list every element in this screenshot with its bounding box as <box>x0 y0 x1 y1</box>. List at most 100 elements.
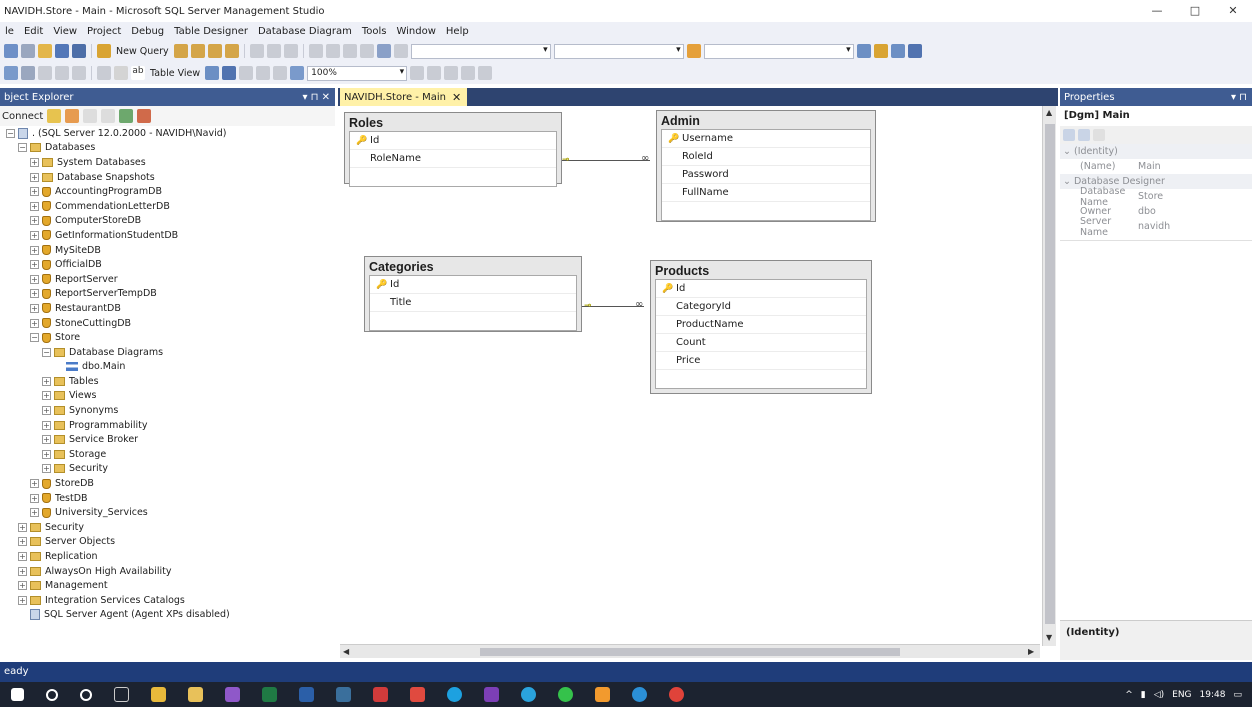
menu-tools[interactable]: Tools <box>357 26 392 37</box>
categorized-icon[interactable] <box>1063 129 1075 141</box>
admin-column-roleid[interactable]: RoleId <box>662 148 870 166</box>
tree-node[interactable]: dbo.Main <box>0 360 335 375</box>
search-icon[interactable] <box>46 688 58 701</box>
generate-script-icon[interactable] <box>97 66 111 80</box>
alphabetical-icon[interactable] <box>1078 129 1090 141</box>
admin-table[interactable]: Admin 🔑 Username RoleId Password FullName <box>656 110 876 222</box>
refresh-icon[interactable] <box>119 109 134 123</box>
volume-icon[interactable]: ◁) <box>1154 690 1164 700</box>
expand-icon[interactable]: + <box>18 595 27 605</box>
navigate-forward-icon[interactable] <box>359 44 374 58</box>
diagram-canvas[interactable]: Roles 🔑 Id RoleName Admin 🔑 Username RoleI… <box>340 106 1040 646</box>
collapse-icon[interactable]: − <box>18 143 27 153</box>
tree-node[interactable]: + StoneCuttingDB <box>0 316 335 331</box>
roles-empty-row[interactable] <box>350 168 556 186</box>
scroll-right-arrow-icon[interactable]: ▶ <box>1028 647 1034 656</box>
solution-config-icon[interactable] <box>376 44 391 58</box>
query-icon-1[interactable] <box>173 44 188 58</box>
expand-icon[interactable]: + <box>30 289 39 299</box>
connect-button[interactable]: Connect <box>2 111 43 122</box>
admin-empty-row[interactable] <box>662 202 870 220</box>
roles-table[interactable]: Roles 🔑 Id RoleName <box>344 112 562 187</box>
menu-debug[interactable]: Debug <box>126 26 169 37</box>
tree-node[interactable]: + Synonyms <box>0 403 335 418</box>
start-windows-icon[interactable] <box>11 688 24 701</box>
products-column-productname[interactable]: ProductName <box>656 316 866 334</box>
delete-table-icon[interactable] <box>55 66 69 80</box>
tree-node[interactable]: − Store <box>0 330 335 345</box>
visual-studio-icon[interactable] <box>225 687 240 702</box>
tray-chevron-icon[interactable]: ^ <box>1125 690 1133 700</box>
tree-node[interactable]: + Security <box>0 520 335 535</box>
property-category[interactable]: ⌄ (Identity) <box>1060 144 1252 159</box>
tree-node[interactable]: + ReportServer <box>0 272 335 287</box>
products-column-count[interactable]: Count <box>656 334 866 352</box>
admin-column-fullname[interactable]: FullName <box>662 184 870 202</box>
new-query-icon[interactable] <box>97 44 111 58</box>
new-query-button[interactable]: New Query <box>114 46 171 57</box>
products-column-price[interactable]: Price <box>656 352 866 370</box>
cortana-icon[interactable] <box>80 688 92 701</box>
properties-window-icon[interactable] <box>873 44 888 58</box>
save-all-icon[interactable] <box>72 44 86 58</box>
arrange-selection-icon[interactable] <box>205 66 220 80</box>
tree-node[interactable]: + Database Snapshots <box>0 170 335 185</box>
taskbar-clock[interactable]: 19:48 <box>1200 690 1226 700</box>
menu-table-designer[interactable]: Table Designer <box>169 26 253 37</box>
expand-icon[interactable]: + <box>30 479 39 489</box>
products-column-categoryid[interactable]: CategoryId <box>656 298 866 316</box>
tree-node[interactable]: + University_Services <box>0 505 335 520</box>
open-file-icon[interactable] <box>38 44 52 58</box>
menu-help[interactable]: Help <box>441 26 474 37</box>
categories-column-id[interactable]: 🔑 Id <box>370 276 576 294</box>
paste-icon[interactable] <box>283 44 298 58</box>
minimize-button[interactable]: — <box>1138 0 1176 22</box>
manage-spatial-indexes-icon[interactable] <box>478 66 493 80</box>
menu-window[interactable]: Window <box>391 26 440 37</box>
toolbox-icon[interactable] <box>890 44 905 58</box>
expand-icon[interactable]: + <box>42 435 51 445</box>
disconnect-icon[interactable] <box>65 109 80 123</box>
chrome-icon[interactable] <box>669 687 684 702</box>
word-icon[interactable] <box>299 687 314 702</box>
diagram-horizontal-scrollbar[interactable]: ◀ ▶ <box>340 644 1040 658</box>
tree-node[interactable]: + Replication <box>0 549 335 564</box>
expand-icon[interactable]: + <box>30 303 39 313</box>
find-icon[interactable] <box>686 44 701 58</box>
ssms-icon[interactable] <box>188 687 203 702</box>
query-icon-3[interactable] <box>207 44 222 58</box>
firefox-icon[interactable] <box>595 687 610 702</box>
navigate-backward-icon[interactable] <box>342 44 357 58</box>
tree-node[interactable]: + Server Objects <box>0 535 335 550</box>
find-dropdown[interactable] <box>703 43 854 59</box>
remove-table-icon[interactable] <box>72 66 86 80</box>
add-item-icon[interactable] <box>21 44 35 58</box>
expand-icon[interactable]: + <box>30 508 39 518</box>
tree-node[interactable]: + CommendationLetterDB <box>0 199 335 214</box>
whatsapp-icon[interactable] <box>558 687 573 702</box>
roles-column-id[interactable]: 🔑 Id <box>350 132 556 150</box>
vertical-scroll-thumb[interactable] <box>1045 124 1055 624</box>
expand-icon[interactable]: + <box>30 172 39 182</box>
categories-empty-row[interactable] <box>370 312 576 330</box>
object-explorer-pin-close[interactable]: ▾ ⊓ ✕ <box>302 92 330 103</box>
recalculate-page-breaks-icon[interactable] <box>273 66 288 80</box>
new-text-annotation-icon[interactable]: ab <box>131 66 145 80</box>
query-icon-2[interactable] <box>190 44 205 58</box>
tree-node[interactable]: + StoreDB <box>0 476 335 491</box>
telegram-icon[interactable] <box>521 687 536 702</box>
tree-node[interactable]: + Management <box>0 578 335 593</box>
categories-column-title[interactable]: Title <box>370 294 576 312</box>
expand-icon[interactable]: + <box>18 552 27 562</box>
menu-database-diagram[interactable]: Database Diagram <box>253 26 357 37</box>
notification-icon[interactable]: ▭ <box>1233 690 1242 700</box>
view-page-breaks-icon[interactable] <box>256 66 271 80</box>
tree-node[interactable]: + Security <box>0 462 335 477</box>
tree-node[interactable]: + ReportServerTempDB <box>0 287 335 302</box>
menu-edit[interactable]: Edit <box>19 26 48 37</box>
collapse-icon[interactable]: − <box>42 347 51 357</box>
sublime-icon[interactable] <box>410 687 425 702</box>
expand-icon[interactable]: + <box>18 537 27 547</box>
categories-table[interactable]: Categories 🔑 Id Title <box>364 256 582 332</box>
network-icon[interactable]: ▮ <box>1141 690 1146 700</box>
